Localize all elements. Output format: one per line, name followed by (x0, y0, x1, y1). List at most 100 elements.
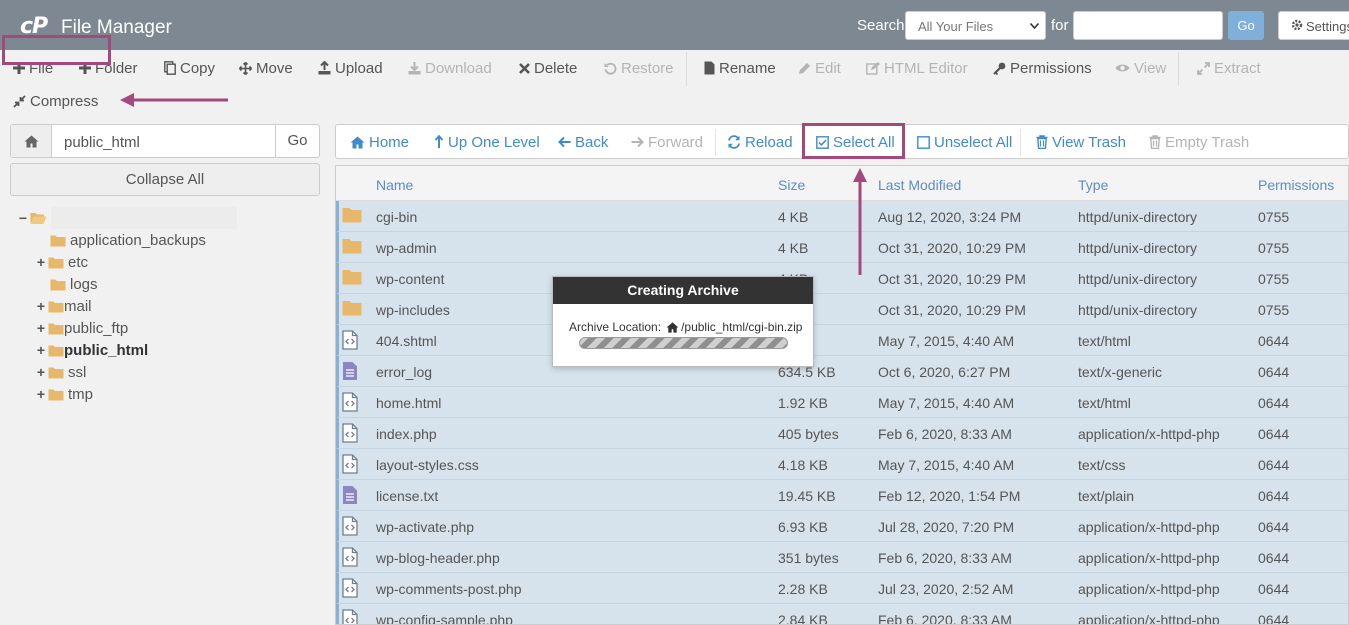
file-type: application/x-httpd-php (1078, 426, 1220, 442)
search-go-button[interactable]: Go (1228, 11, 1264, 40)
file-type: application/x-httpd-php (1078, 519, 1220, 535)
tree-item-ssl[interactable]: + ssl (36, 361, 86, 383)
file-type: text/css (1078, 457, 1126, 473)
table-row[interactable]: wp-admin 4 KB Oct 31, 2020, 10:29 PM httpd/… (336, 232, 1348, 263)
copy-button[interactable]: Copy (164, 59, 215, 77)
gear-icon (1291, 19, 1303, 31)
tree-item-public-html[interactable]: + public_html (36, 339, 148, 361)
column-header-name[interactable]: Name (376, 177, 413, 193)
tree-expander[interactable]: + (36, 364, 46, 380)
path-input[interactable]: public_html (64, 134, 140, 151)
unselect-all-label: Unselect All (934, 133, 1013, 151)
arrow-left-icon (558, 136, 571, 148)
compress-label: Compress (30, 92, 99, 110)
table-row[interactable]: wp-includes Oct 31, 2020, 10:29 PM httpd/u… (336, 294, 1348, 325)
view-trash-button[interactable]: View Trash (1036, 133, 1126, 151)
file-name[interactable]: wp-blog-header.php (376, 550, 500, 566)
file-name[interactable]: wp-admin (376, 240, 437, 256)
tree-item-application-backups[interactable]: application_backups (38, 229, 206, 251)
file-name[interactable]: wp-content (376, 271, 444, 287)
rename-label: Rename (719, 59, 776, 77)
reload-button[interactable]: Reload (727, 133, 793, 151)
file-name[interactable]: 404.shtml (376, 333, 437, 349)
search-input[interactable] (1073, 11, 1223, 40)
file-name[interactable]: wp-includes (376, 302, 450, 318)
tree-item-etc[interactable]: + etc (36, 251, 88, 273)
column-header-last-modified[interactable]: Last Modified (878, 177, 961, 193)
file-name[interactable]: cgi-bin (376, 209, 417, 225)
tree-expander[interactable]: + (36, 320, 46, 336)
tree-expander[interactable]: + (36, 386, 46, 402)
creating-archive-dialog: Creating Archive Archive Location: /publ… (552, 276, 814, 367)
view-button[interactable]: View (1115, 59, 1166, 77)
edit-button[interactable]: Edit (798, 59, 841, 77)
tree-collapse-toggle[interactable]: − (18, 210, 28, 226)
file-name[interactable]: wp-comments-post.php (376, 581, 522, 597)
up-one-level-button[interactable]: Up One Level (434, 133, 540, 151)
up-one-level-label: Up One Level (448, 133, 540, 151)
column-header-size[interactable]: Size (778, 177, 805, 193)
html-editor-button[interactable]: HTML Editor (866, 59, 968, 77)
table-row[interactable]: wp-content4 KBOct 31, 2020, 10:29 PMhttp… (336, 263, 1348, 294)
table-row[interactable]: layout-styles.css 4.18 KB May 7, 2015, 4:4… (336, 449, 1348, 480)
file-permissions: 0644 (1258, 395, 1290, 411)
tree-expander[interactable]: + (36, 254, 46, 270)
compress-button[interactable]: Compress (13, 92, 98, 110)
upload-button[interactable]: Upload (318, 59, 383, 77)
path-home-button[interactable] (11, 125, 52, 157)
archive-location-label: Archive Location: (569, 320, 662, 334)
table-row[interactable]: wp-comments-post.php 2.28 KB Jul 23, 2020,… (336, 573, 1348, 604)
tree-item-tmp[interactable]: + tmp (36, 383, 93, 405)
tree-expander[interactable]: + (36, 298, 46, 314)
top-header: cP File Manager Search All Your Files fo… (0, 0, 1349, 50)
settings-button[interactable]: Settings (1278, 11, 1349, 40)
trash-icon (1149, 135, 1161, 149)
tree-expander[interactable]: + (36, 342, 46, 358)
forward-button[interactable]: Forward (631, 133, 703, 151)
extract-button[interactable]: Extract (1197, 59, 1261, 77)
file-name[interactable]: wp-config-sample.php (376, 612, 513, 624)
file-name[interactable]: license.txt (376, 488, 438, 504)
file-name[interactable]: wp-activate.php (376, 519, 474, 535)
rename-button[interactable]: Rename (704, 59, 776, 77)
home-button[interactable]: Home (350, 133, 409, 151)
download-button[interactable]: Download (408, 59, 492, 77)
table-row[interactable]: wp-blog-header.php 351 bytes Feb 6, 2020, … (336, 542, 1348, 573)
table-row[interactable]: error_log 634.5 KB Oct 6, 2020, 6:27 PM tex… (336, 356, 1348, 387)
file-size: 4 KB (778, 209, 809, 225)
back-button[interactable]: Back (558, 133, 608, 151)
home-icon (350, 136, 365, 148)
permissions-button[interactable]: Permissions (993, 59, 1092, 77)
move-button[interactable]: Move (239, 59, 293, 77)
table-row[interactable]: wp-config-sample.php 2.84 KB Feb 6, 2020, … (336, 604, 1348, 624)
arrow-right-icon (631, 136, 644, 148)
file-name[interactable]: home.html (376, 395, 441, 411)
column-header-permissions[interactable]: Permissions (1258, 177, 1334, 193)
table-row[interactable]: license.txt 19.45 KB Feb 12, 2020, 1:54 PM… (336, 480, 1348, 511)
table-row[interactable]: home.html 1.92 KB May 7, 2015, 4:40 AM text… (336, 387, 1348, 418)
delete-button[interactable]: Delete (519, 59, 577, 77)
tree-item-logs[interactable]: logs (38, 273, 98, 295)
tree-item-public-ftp[interactable]: + public_ftp (36, 317, 128, 339)
unselect-all-button[interactable]: Unselect All (917, 133, 1012, 151)
file-name[interactable]: error_log (376, 364, 432, 380)
path-go-button[interactable]: Go (275, 125, 319, 157)
table-row[interactable]: index.php 405 bytes Feb 6, 2020, 8:33 AM ap… (336, 418, 1348, 449)
file-permissions: 0644 (1258, 426, 1290, 442)
search-scope-select[interactable]: All Your Files (905, 11, 1046, 40)
table-row[interactable]: 404.shtmlKBMay 7, 2015, 4:40 AMtext/html… (336, 325, 1348, 356)
empty-trash-button[interactable]: Empty Trash (1149, 133, 1249, 151)
restore-button[interactable]: Restore (604, 59, 674, 77)
table-row[interactable]: cgi-bin 4 KB Aug 12, 2020, 3:24 PM httpd/un… (336, 201, 1348, 232)
code-file-icon (342, 547, 358, 567)
column-header-type[interactable]: Type (1078, 177, 1108, 193)
tree-item-label: ssl (68, 363, 87, 381)
tree-root[interactable]: − (18, 207, 237, 229)
file-name[interactable]: index.php (376, 426, 437, 442)
file-name[interactable]: layout-styles.css (376, 457, 479, 473)
table-row[interactable]: wp-activate.php 6.93 KB Jul 28, 2020, 7:20… (336, 511, 1348, 542)
tree-item-mail[interactable]: + mail (36, 295, 92, 317)
file-permissions: 0755 (1258, 240, 1290, 256)
collapse-all-button[interactable]: Collapse All (10, 163, 320, 196)
folder-icon (342, 237, 362, 254)
